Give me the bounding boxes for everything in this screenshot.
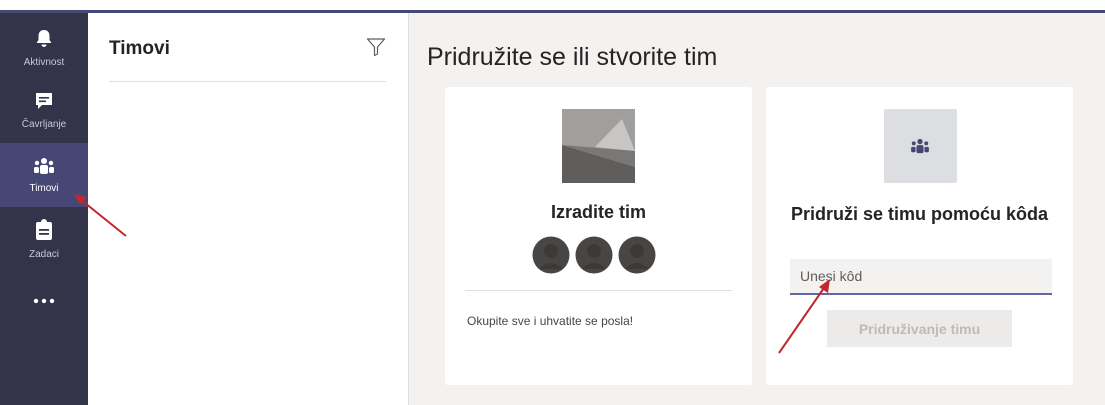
- rail-item-chat[interactable]: Čavrljanje: [0, 85, 88, 139]
- rail-item-more[interactable]: [0, 291, 88, 315]
- image-placeholder-icon: [562, 109, 635, 183]
- avatars-icon: [532, 236, 656, 274]
- panel-divider: [109, 81, 386, 82]
- rail-item-assignments[interactable]: Zadaci: [0, 213, 88, 269]
- create-team-heading: Izradite tim: [550, 202, 647, 222]
- rail-item-teams[interactable]: Timovi: [0, 143, 88, 207]
- teams-icon: [34, 158, 54, 174]
- assignments-icon: [36, 219, 52, 240]
- create-team-card[interactable]: Izradite tim Okupite sve i uhvatite se p…: [445, 87, 752, 385]
- create-team-description: Okupite sve i uhvatite se posla!: [467, 314, 634, 328]
- card-divider: [465, 290, 732, 291]
- join-team-card: Pridruži se timu pomoću kôda Pridruživan…: [766, 87, 1073, 385]
- teams-icon: [911, 138, 929, 154]
- page-title: Pridružite se ili stvorite tim: [427, 43, 718, 71]
- join-team-heading: Pridruži se timu pomoću kôda: [790, 204, 1049, 224]
- rail-item-label: Čavrljanje: [21, 119, 67, 130]
- more-icon: [33, 298, 55, 304]
- team-code-input[interactable]: [790, 259, 1052, 295]
- panel-title: Timovi: [109, 38, 170, 59]
- join-team-button[interactable]: Pridruživanje timu: [827, 310, 1012, 347]
- rail-item-activity[interactable]: Aktivnost: [0, 23, 88, 73]
- filter-icon[interactable]: [366, 37, 386, 57]
- teams-panel: Timovi: [88, 13, 409, 405]
- rail-item-label: Timovi: [29, 183, 59, 194]
- chat-icon: [36, 93, 52, 109]
- app-rail: Aktivnost Čavrljanje Timovi Zadaci: [0, 13, 88, 405]
- main-content: Pridružite se ili stvorite tim Izradite …: [409, 13, 1105, 405]
- join-team-icon-box: [884, 109, 957, 183]
- rail-item-label: Zadaci: [28, 249, 59, 260]
- rail-item-label: Aktivnost: [23, 57, 65, 68]
- bell-icon: [36, 30, 52, 47]
